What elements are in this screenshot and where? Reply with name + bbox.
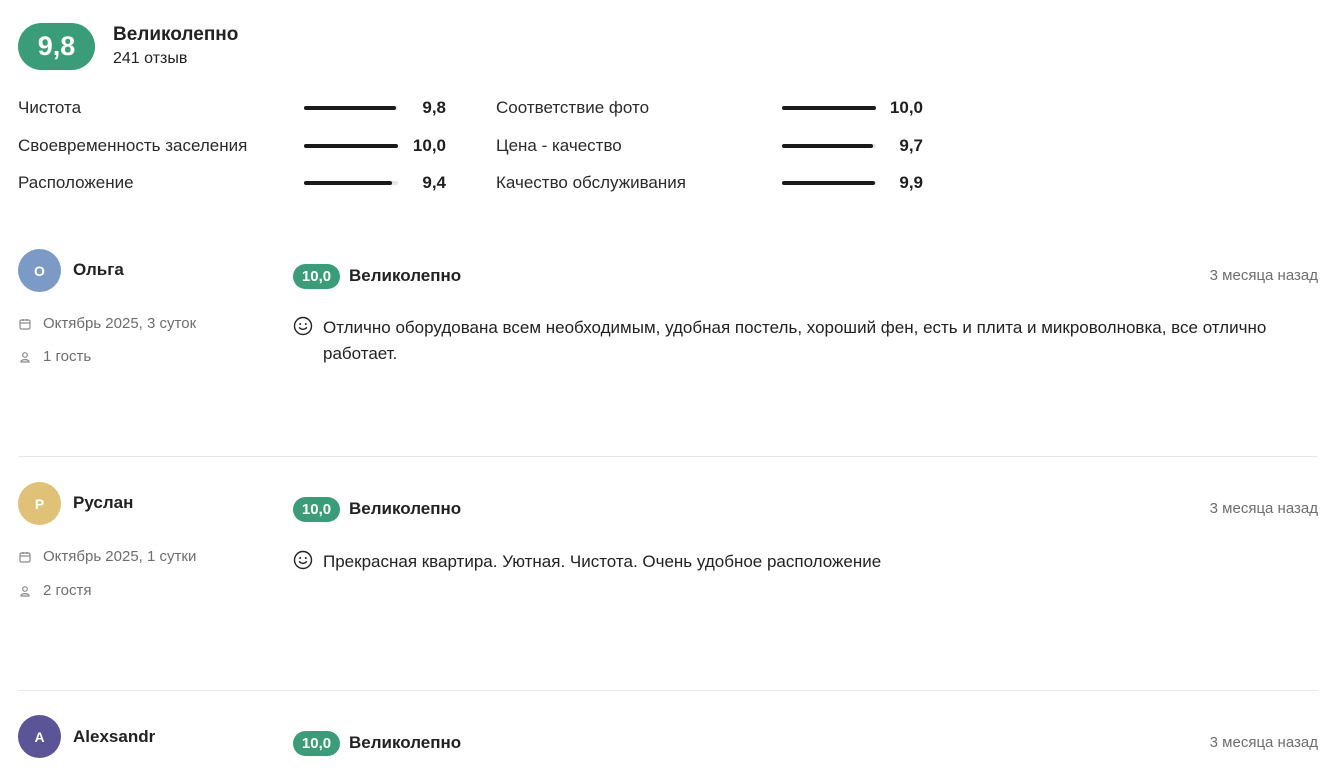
summary-text: Великолепно 241 отзыв [113,23,238,70]
review-score-badge: 10,0 [293,264,340,289]
review-score-badge: 10,0 [293,731,340,756]
review-title: Великолепно [349,499,462,518]
category-value-for-money: Цена - качество 9,7 [496,135,924,157]
review-count[interactable]: 241 отзыв [113,48,238,70]
category-label: Соответствие фото [496,98,650,117]
category-label: Своевременность заселения [18,136,248,155]
review-date: 3 месяца назад [1209,267,1318,284]
category-bar-fill [304,106,397,110]
review-divider [18,690,1318,691]
category-value: 10,0 [889,98,923,117]
category-bar-fill [782,181,876,185]
review-title: Великолепно [349,733,462,752]
category-value: 9,4 [422,173,446,192]
category-value: 9,7 [899,136,923,155]
stay-info: Октябрь 2025, 1 сутки [18,548,196,566]
person-icon [18,584,32,598]
category-label: Цена - качество [496,136,622,155]
reviews-page: 9,8 Великолепно 241 отзыв Чистота 9,8 Св… [0,0,1335,772]
avatar: A [18,715,61,758]
smile-icon [293,550,313,570]
calendar-icon [18,317,32,331]
category-value: 9,8 [422,98,446,117]
guest-count: 1 гость [43,348,92,365]
category-label: Качество обслуживания [496,173,686,192]
category-location: Расположение 9,4 [18,172,446,194]
category-value: 9,9 [899,173,923,192]
category-bar [304,144,398,148]
category-bar [782,181,876,185]
category-bar-fill [782,106,876,110]
category-bar [782,144,876,148]
review-date: 3 месяца назад [1209,500,1318,517]
review-card: Р Руслан Октябрь 2025, 1 сутки 2 гостя 1… [18,482,1318,662]
review-title: Великолепно [349,266,462,285]
category-bar [782,106,876,110]
guest-info: 1 гость [18,348,91,366]
overall-score-badge: 9,8 [18,22,95,70]
review-text: Отлично оборудована всем необходимым, уд… [323,318,1267,363]
category-label: Чистота [18,98,82,117]
category-cleanliness: Чистота 9,8 [18,97,446,119]
review-divider [18,456,1318,457]
guest-count: 2 гостя [43,582,92,599]
stay-dates: Октябрь 2025, 1 сутки [43,548,197,565]
review-author: Ольга [73,260,124,279]
review-text: Прекрасная квартира. Уютная. Чистота. Оч… [323,552,882,571]
guest-info: 2 гостя [18,582,92,600]
category-bar-fill [304,181,393,185]
review-date: 3 месяца назад [1209,734,1318,751]
category-bar [304,181,398,185]
category-bar-fill [304,144,398,148]
smile-icon [293,316,313,336]
person-icon [18,350,32,364]
review-card: A Alexsandr 10,0 Великолепно 3 месяца на… [18,715,1318,772]
overall-rating-title: Великолепно [113,23,239,45]
review-author: Alexsandr [73,727,156,746]
category-label: Расположение [18,173,134,192]
category-photo-match: Соответствие фото 10,0 [496,97,924,119]
category-checkin: Своевременность заселения 10,0 [18,135,446,157]
review-positive: Отлично оборудована всем необходимым, уд… [293,315,1293,367]
category-service: Качество обслуживания 9,9 [496,172,924,194]
rating-summary: 9,8 Великолепно 241 отзыв [18,22,238,70]
calendar-icon [18,550,32,564]
review-positive: Прекрасная квартира. Уютная. Чистота. Оч… [293,549,1293,575]
stay-dates: Октябрь 2025, 3 суток [43,315,197,332]
category-bar [304,106,398,110]
review-author: Руслан [73,493,134,512]
stay-info: Октябрь 2025, 3 суток [18,315,196,333]
avatar: Р [18,482,61,525]
category-bar-fill [782,144,874,148]
review-score-badge: 10,0 [293,497,340,522]
category-value: 10,0 [412,136,446,155]
review-card: О Ольга Октябрь 2025, 3 суток 1 гость 10… [18,249,1318,429]
avatar: О [18,249,61,292]
